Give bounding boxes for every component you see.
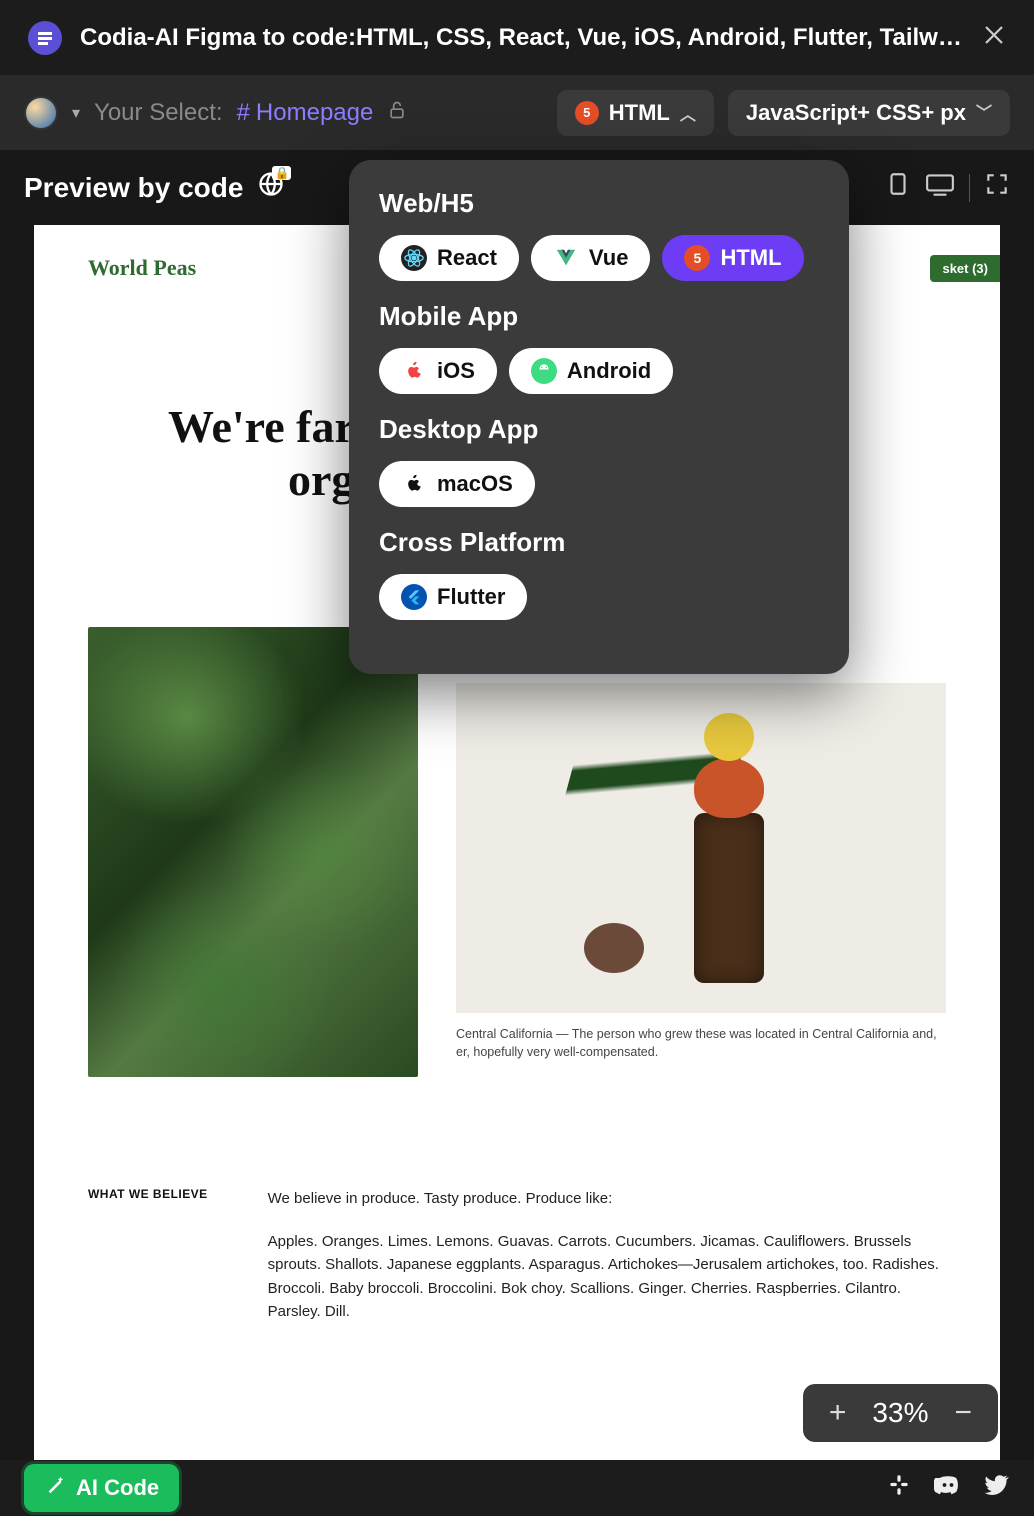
- chip-flutter[interactable]: Flutter: [379, 574, 527, 620]
- twitter-icon[interactable]: [984, 1472, 1010, 1505]
- android-icon: [531, 358, 557, 384]
- hero-line-2: org: [288, 454, 354, 505]
- apple-icon: [401, 358, 427, 384]
- believe-label: WHAT WE BELIEVE: [88, 1187, 208, 1343]
- toolbar: ▾ Your Select: # Homepage 5 HTML ︿ JavaS…: [0, 75, 1034, 150]
- discord-icon[interactable]: [934, 1471, 962, 1506]
- ai-code-button[interactable]: AI Code: [24, 1464, 179, 1512]
- chip-react-label: React: [437, 245, 497, 271]
- produce-image-wrap: Central California — The person who grew…: [456, 683, 946, 1077]
- slack-icon[interactable]: [886, 1472, 912, 1505]
- format-dropdown-panel: Web/H5 React Vue 5 HTML Mobile App iOS: [349, 160, 849, 674]
- believe-p1: We believe in produce. Tasty produce. Pr…: [268, 1187, 946, 1210]
- chip-react[interactable]: React: [379, 235, 519, 281]
- app-logo-icon: [28, 21, 62, 55]
- chip-macos-label: macOS: [437, 471, 513, 497]
- your-select-label: Your Select:: [94, 99, 223, 127]
- produce-stack-image: [456, 683, 946, 1013]
- vue-icon: [553, 245, 579, 271]
- image-caption: Central California — The person who grew…: [456, 1025, 946, 1061]
- chip-html-label: HTML: [720, 245, 781, 271]
- unlock-icon[interactable]: [387, 100, 407, 126]
- zoom-control: + 33% −: [803, 1384, 998, 1442]
- image-row: Central California — The person who grew…: [88, 627, 946, 1077]
- fullscreen-icon[interactable]: [984, 171, 1010, 204]
- dd-section-cross: Cross Platform: [379, 527, 819, 558]
- basket-badge[interactable]: sket (3): [930, 255, 1000, 282]
- react-icon: [401, 245, 427, 271]
- zoom-out-button[interactable]: −: [954, 1396, 972, 1430]
- believe-section: WHAT WE BELIEVE We believe in produce. T…: [88, 1187, 946, 1343]
- html-icon: 5: [575, 101, 599, 125]
- chip-macos[interactable]: macOS: [379, 461, 535, 507]
- chip-flutter-label: Flutter: [437, 584, 505, 610]
- hash-icon: #: [237, 99, 250, 127]
- believe-body: We believe in produce. Tasty produce. Pr…: [268, 1187, 946, 1343]
- flutter-icon: [401, 584, 427, 610]
- format-dropdown-button[interactable]: 5 HTML ︿: [557, 90, 714, 136]
- tablet-viewport-icon[interactable]: [885, 171, 911, 204]
- chip-vue-label: Vue: [589, 245, 629, 271]
- globe-lock-icon[interactable]: 🔒: [257, 170, 285, 205]
- dd-section-web: Web/H5: [379, 188, 819, 219]
- titlebar: Codia-AI Figma to code:HTML, CSS, React,…: [0, 0, 1034, 75]
- believe-p2: Apples. Oranges. Limes. Lemons. Guavas. …: [268, 1230, 946, 1323]
- selection-name: Homepage: [256, 99, 373, 127]
- chip-ios[interactable]: iOS: [379, 348, 497, 394]
- selection-chip[interactable]: # Homepage: [237, 99, 374, 127]
- format-selected-label: HTML: [609, 100, 670, 126]
- greens-image: [88, 627, 418, 1077]
- chip-ios-label: iOS: [437, 358, 475, 384]
- wand-icon: [44, 1474, 66, 1502]
- user-avatar-icon[interactable]: [24, 96, 58, 130]
- chevron-up-icon: ︿: [680, 101, 696, 125]
- dd-section-desktop: Desktop App: [379, 414, 819, 445]
- zoom-in-button[interactable]: +: [829, 1396, 847, 1430]
- window-title: Codia-AI Figma to code:HTML, CSS, React,…: [80, 24, 964, 52]
- lock-badge-icon: 🔒: [272, 166, 291, 180]
- chip-html[interactable]: 5 HTML: [662, 235, 803, 281]
- macos-icon: [401, 471, 427, 497]
- lang-combo-label: JavaScript+ CSS+ px: [746, 100, 966, 126]
- zoom-value: 33%: [872, 1397, 928, 1429]
- chip-vue[interactable]: Vue: [531, 235, 651, 281]
- lang-dropdown-button[interactable]: JavaScript+ CSS+ px ︿: [728, 90, 1010, 136]
- preview-label: Preview by code: [24, 172, 243, 204]
- chevron-down-icon: ︿: [976, 101, 992, 125]
- avatar-chevron-icon[interactable]: ▾: [72, 103, 80, 123]
- footer-bar: AI Code: [0, 1460, 1034, 1516]
- chip-android-label: Android: [567, 358, 651, 384]
- chip-android[interactable]: Android: [509, 348, 673, 394]
- divider: [969, 174, 970, 202]
- html-chip-icon: 5: [684, 245, 710, 271]
- desktop-viewport-icon[interactable]: [925, 171, 955, 204]
- ai-code-label: AI Code: [76, 1475, 159, 1501]
- close-icon[interactable]: [982, 22, 1006, 54]
- dd-section-mobile: Mobile App: [379, 301, 819, 332]
